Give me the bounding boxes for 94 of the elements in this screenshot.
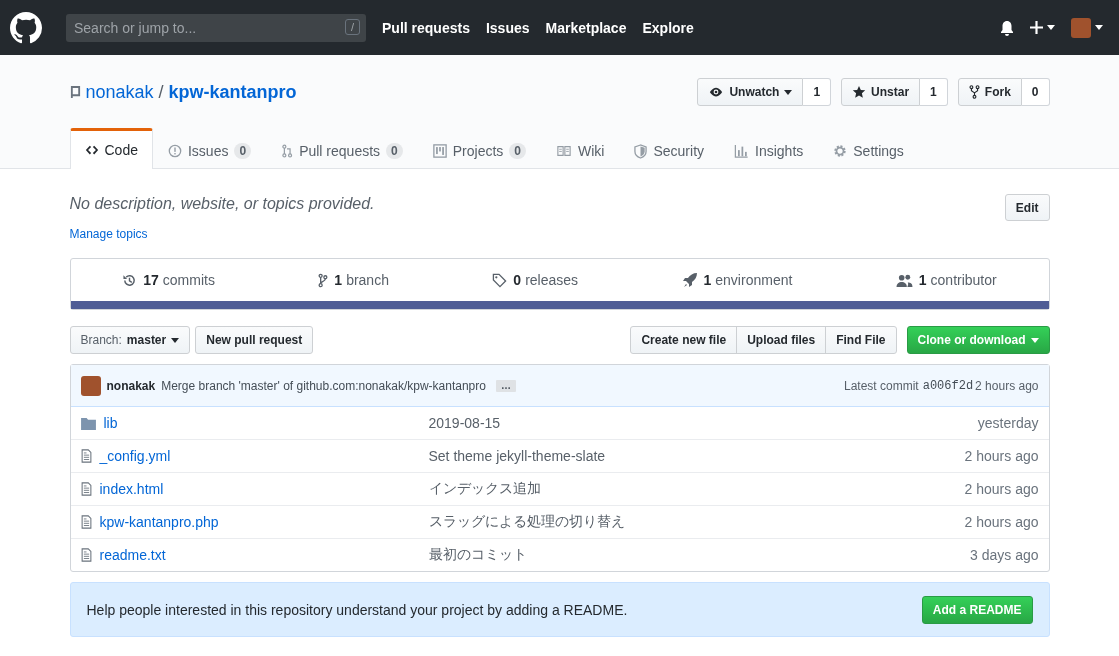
- repository-tab[interactable]: Issues 0: [152, 130, 267, 169]
- readme-prompt-text: Help people interested in this repository understand your project by adding a README.: [86, 601, 628, 618]
- latest-commit-label: Latest commit: [844, 378, 919, 393]
- summary-commits-link[interactable]: 17 commits: [122, 272, 215, 288]
- commit-message-link[interactable]: 2019-08-15: [428, 415, 501, 431]
- profile-menu[interactable]: [1071, 17, 1103, 38]
- folder-link[interactable]: lib: [103, 415, 118, 431]
- star-button[interactable]: Unstar: [841, 78, 921, 106]
- file-link[interactable]: _config.yml: [99, 448, 171, 464]
- commit-message-link[interactable]: スラッグによる処理の切り替え: [428, 513, 625, 529]
- file-icon: [80, 515, 92, 529]
- keyboard-shortcut-key: /: [344, 18, 360, 35]
- bar-chart-icon: [734, 144, 750, 158]
- plus-icon: [1030, 21, 1043, 34]
- rocket-icon: [681, 272, 698, 288]
- repository-description: No description, website, or topics provided.: [69, 195, 375, 213]
- path-separator: /: [158, 81, 164, 103]
- commit-message-link[interactable]: インデックス追加: [428, 480, 541, 496]
- repo-icon: [69, 84, 81, 100]
- watch-button[interactable]: Unwatch: [697, 78, 804, 106]
- avatar-placeholder: [1071, 17, 1091, 38]
- issue-icon: [167, 144, 182, 158]
- commit-age: 2 hours ago: [964, 514, 1039, 530]
- fork-count[interactable]: 0: [1021, 78, 1050, 106]
- expand-message-button[interactable]: …: [495, 379, 516, 392]
- fork-icon: [968, 85, 980, 99]
- create-new-menu[interactable]: [1030, 21, 1055, 34]
- repository-tab[interactable]: Pull requests 0: [266, 130, 418, 169]
- commit-message-link[interactable]: 最初のコミット: [428, 546, 527, 562]
- repository-tab[interactable]: Code: [69, 128, 153, 169]
- summary-contributor-link[interactable]: 1 contributor: [895, 272, 997, 288]
- count-badge: 0: [509, 143, 526, 159]
- octocat-logo-icon: [10, 11, 42, 44]
- star-icon: [852, 85, 867, 99]
- commit-age: 2 hours ago: [964, 481, 1039, 497]
- eye-icon: [708, 85, 725, 99]
- settings-icon: [833, 144, 848, 158]
- repository-tab[interactable]: Settings: [818, 130, 919, 169]
- project-board-icon: [432, 144, 447, 158]
- manage-topics-link[interactable]: Manage topics: [69, 227, 375, 241]
- folder-icon: [80, 416, 96, 430]
- commit-message-link[interactable]: Set theme jekyll-theme-slate: [428, 448, 606, 464]
- history-icon: [122, 272, 138, 288]
- file-icon: [80, 548, 92, 562]
- file-link[interactable]: readme.txt: [99, 547, 166, 563]
- summary-releases-link[interactable]: 0 releases: [492, 272, 579, 288]
- repository-tab[interactable]: Projects 0: [417, 130, 541, 169]
- count-badge: 0: [386, 143, 403, 159]
- file-icon: [80, 482, 92, 496]
- nav-link[interactable]: Issues: [485, 19, 530, 36]
- caret-icon: [1095, 25, 1103, 30]
- commit-sha-link[interactable]: a006f2d: [922, 378, 974, 393]
- repository-tab[interactable]: Security: [619, 130, 720, 169]
- commit-time: 2 hours ago: [975, 378, 1039, 393]
- people-icon: [895, 272, 913, 288]
- file-link[interactable]: kpw-kantanpro.php: [99, 514, 219, 530]
- count-badge: 0: [234, 143, 252, 159]
- repository-name-link[interactable]: kpw-kantanpro: [168, 81, 297, 103]
- bell-icon[interactable]: [1000, 19, 1014, 36]
- star-count[interactable]: 1: [920, 78, 948, 106]
- caret-icon: [171, 337, 180, 343]
- avatar-placeholder: [80, 375, 101, 396]
- code-icon: [84, 143, 99, 157]
- repository-tab[interactable]: Wiki: [541, 130, 620, 169]
- commit-age: 3 days ago: [970, 547, 1039, 563]
- file-action-button[interactable]: Create new file: [630, 326, 738, 354]
- branch-select-button[interactable]: Branch: master: [69, 326, 191, 354]
- repository-tab[interactable]: Insights: [719, 130, 819, 169]
- caret-icon: [1047, 25, 1055, 30]
- summary-branch-link[interactable]: 1 branch: [318, 272, 389, 288]
- file-action-button[interactable]: Find File: [825, 326, 897, 354]
- watch-count[interactable]: 1: [803, 78, 832, 106]
- shield-icon: [634, 143, 648, 159]
- tag-icon: [492, 272, 508, 288]
- file-action-button[interactable]: Upload files: [736, 326, 827, 354]
- branch-icon: [318, 272, 329, 288]
- new-pull-request-button[interactable]: New pull request: [195, 326, 314, 354]
- commit-age: 2 hours ago: [964, 448, 1039, 464]
- edit-button[interactable]: Edit: [1004, 194, 1050, 221]
- summary-environment-link[interactable]: 1 environment: [681, 272, 793, 288]
- book-icon: [556, 144, 572, 158]
- nav-link[interactable]: Explore: [642, 19, 694, 36]
- caret-icon: [1030, 337, 1039, 343]
- caret-icon: [784, 89, 793, 95]
- pull-request-icon: [281, 144, 294, 158]
- commit-author-link[interactable]: nonakak: [106, 378, 156, 393]
- owner-link[interactable]: nonakak: [85, 81, 154, 103]
- file-link[interactable]: index.html: [99, 481, 164, 497]
- fork-button[interactable]: Fork: [957, 78, 1022, 106]
- commit-age: yesterday: [977, 415, 1039, 431]
- commit-message-link[interactable]: Merge branch 'master' of github.com:nonakak/kpw-kantanpro: [161, 378, 486, 393]
- file-icon: [80, 449, 92, 463]
- nav-link[interactable]: Pull requests: [382, 19, 470, 36]
- nav-link[interactable]: Marketplace: [545, 19, 627, 36]
